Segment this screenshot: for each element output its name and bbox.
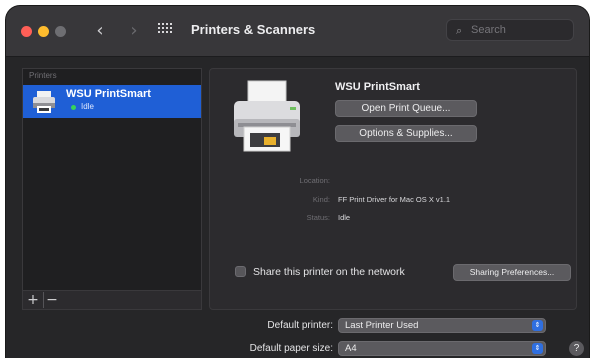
window-title: Printers & Scanners [191, 22, 316, 37]
chevron-updown-icon: ⇕ [532, 320, 543, 331]
share-printer-label[interactable]: Share this printer on the network [253, 266, 405, 278]
open-print-queue-button[interactable]: Open Print Queue... [335, 100, 477, 117]
toolbar: ‹ › Printers & Scanners ⌕ [6, 6, 589, 57]
printer-status: Idle [81, 102, 94, 111]
chevron-right-icon[interactable]: › [124, 20, 144, 42]
printer-icon [234, 80, 300, 152]
status-label: Status: [306, 213, 330, 222]
kind-label: Kind: [312, 195, 330, 204]
minimize-button[interactable] [38, 26, 49, 37]
printer-title: WSU PrintSmart [335, 81, 420, 93]
options-supplies-button[interactable]: Options & Supplies... [335, 125, 477, 142]
printers-list-footer: + − [22, 290, 202, 310]
close-button[interactable] [21, 26, 32, 37]
search-field[interactable]: ⌕ [446, 19, 574, 41]
sharing-preferences-button[interactable]: Sharing Preferences... [453, 264, 571, 281]
status-indicator [71, 105, 76, 110]
help-button[interactable]: ? [569, 341, 584, 356]
search-input[interactable] [471, 23, 567, 37]
printer-name: WSU PrintSmart [66, 88, 151, 100]
default-paper-size-label: Default paper size: [249, 343, 333, 354]
grid-icon[interactable] [158, 23, 174, 37]
chevron-left-icon[interactable]: ‹ [90, 20, 110, 42]
printers-list-header: Printers [29, 71, 57, 80]
default-printer-label: Default printer: [267, 320, 333, 331]
default-paper-size-select[interactable]: A4 ⇕ [338, 341, 546, 356]
default-printer-select[interactable]: Last Printer Used ⇕ [338, 318, 546, 333]
printer-list-item[interactable]: WSU PrintSmart Idle [23, 85, 201, 118]
search-icon: ⌕ [456, 24, 463, 37]
location-label: Location: [299, 176, 330, 185]
default-paper-size-value: A4 [345, 343, 357, 354]
system-preferences-window: ‹ › Printers & Scanners ⌕ Printers WSU P… [6, 6, 589, 358]
share-printer-checkbox[interactable] [235, 266, 246, 277]
printers-list: Printers WSU PrintSmart Idle [22, 68, 202, 310]
printer-detail-panel: WSU PrintSmart Open Print Queue... Optio… [209, 68, 577, 310]
add-printer-button[interactable]: + [25, 292, 41, 308]
remove-printer-button[interactable]: − [43, 292, 60, 308]
zoom-button[interactable] [55, 26, 66, 37]
default-printer-value: Last Printer Used [345, 320, 419, 331]
kind-value: FF Print Driver for Mac OS X v1.1 [338, 195, 451, 204]
printer-icon [33, 91, 55, 113]
chevron-updown-icon: ⇕ [532, 343, 543, 354]
status-value: Idle [338, 213, 351, 222]
